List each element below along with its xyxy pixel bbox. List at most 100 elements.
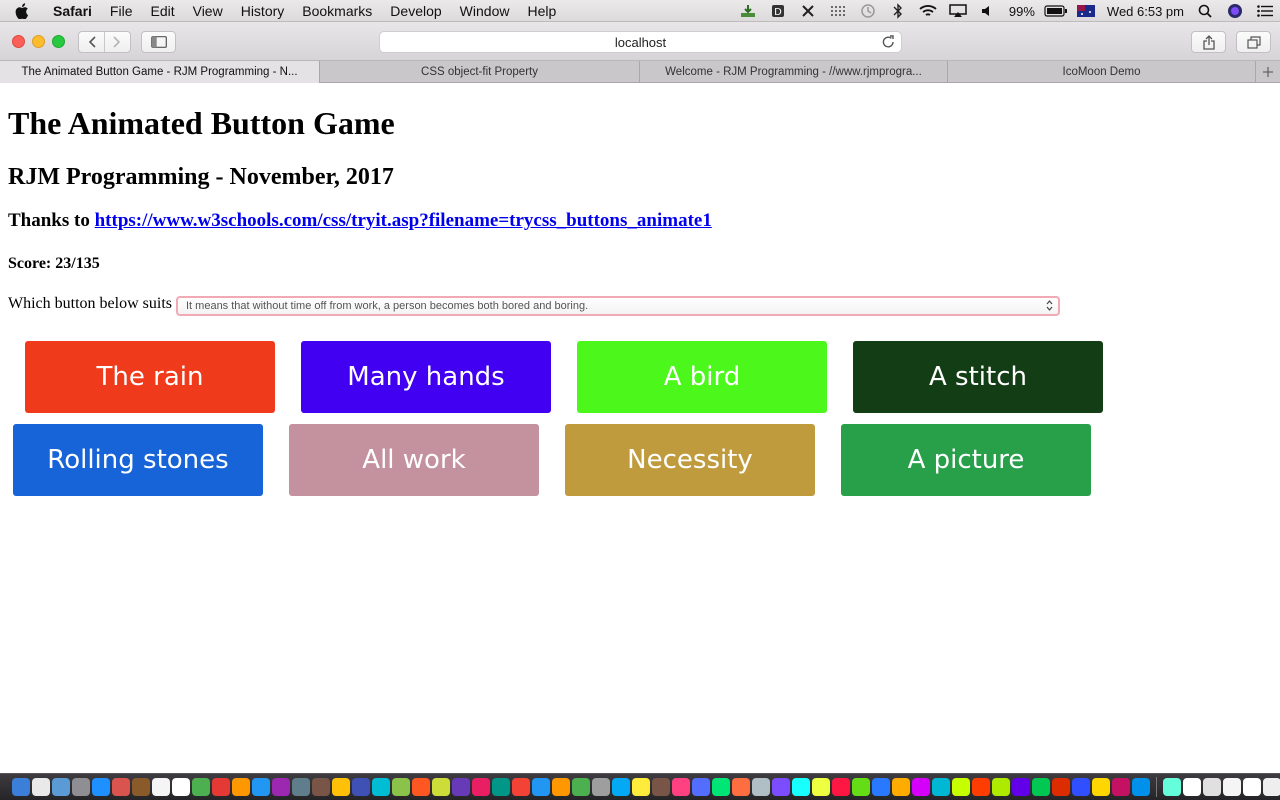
dock-app-icon[interactable]: [272, 778, 290, 796]
dock-app-icon[interactable]: [52, 778, 70, 796]
dock-app-icon[interactable]: [992, 778, 1010, 796]
dock-app-icon[interactable]: [552, 778, 570, 796]
window-zoom-button[interactable]: [52, 35, 65, 48]
dock-app-icon[interactable]: [652, 778, 670, 796]
dock-app-icon[interactable]: [692, 778, 710, 796]
answer-button-a-bird[interactable]: A bird: [577, 341, 827, 413]
dock-app-icon[interactable]: [332, 778, 350, 796]
address-bar[interactable]: localhost: [379, 31, 902, 53]
siri-icon[interactable]: [1220, 0, 1250, 22]
dock-app-icon[interactable]: [1263, 778, 1280, 796]
dock-app-icon[interactable]: [952, 778, 970, 796]
dock-app-icon[interactable]: [232, 778, 250, 796]
battery-icon[interactable]: [1041, 0, 1071, 22]
dock-app-icon[interactable]: [572, 778, 590, 796]
dock-app-icon[interactable]: [972, 778, 990, 796]
dock-app-icon[interactable]: [672, 778, 690, 796]
flag-icon[interactable]: [1071, 0, 1101, 22]
dock-app-icon[interactable]: [1203, 778, 1221, 796]
answer-button-the-rain[interactable]: The rain: [25, 341, 275, 413]
dock-app-icon[interactable]: [212, 778, 230, 796]
dock-app-icon[interactable]: [1183, 778, 1201, 796]
new-tab-button[interactable]: [1256, 61, 1280, 82]
dock-app-icon[interactable]: [1163, 778, 1181, 796]
dock-app-icon[interactable]: [932, 778, 950, 796]
dock-app-icon[interactable]: [872, 778, 890, 796]
dock-app-icon[interactable]: [152, 778, 170, 796]
clock[interactable]: Wed 6:53 pm: [1101, 4, 1190, 19]
dock-app-icon[interactable]: [852, 778, 870, 796]
airplay-icon[interactable]: [943, 0, 973, 22]
dock-app-icon[interactable]: [632, 778, 650, 796]
dock-app-icon[interactable]: [1243, 778, 1261, 796]
dock-app-icon[interactable]: [1132, 778, 1150, 796]
tab-icomoon-demo[interactable]: IcoMoon Demo: [948, 61, 1256, 83]
dock-app-icon[interactable]: [592, 778, 610, 796]
tab-animated-button-game[interactable]: The Animated Button Game - RJM Programmi…: [0, 61, 320, 83]
answer-button-all-work[interactable]: All work: [289, 424, 539, 496]
dock-app-icon[interactable]: [132, 778, 150, 796]
grid-dots-icon[interactable]: [823, 0, 853, 22]
menu-app-safari[interactable]: Safari: [44, 0, 101, 22]
proverb-select[interactable]: It means that without time off from work…: [176, 296, 1060, 316]
w3schools-link[interactable]: https://www.w3schools.com/css/tryit.asp?…: [95, 210, 712, 231]
dock-app-icon[interactable]: [832, 778, 850, 796]
dock-app-icon[interactable]: [1223, 778, 1241, 796]
time-machine-icon[interactable]: [853, 0, 883, 22]
tab-css-object-fit[interactable]: CSS object-fit Property: [320, 61, 640, 83]
menu-view[interactable]: View: [184, 0, 232, 22]
dock-app-icon[interactable]: [292, 778, 310, 796]
dock-app-icon[interactable]: [452, 778, 470, 796]
dock-app-icon[interactable]: [112, 778, 130, 796]
answer-button-rolling-stones[interactable]: Rolling stones: [13, 424, 263, 496]
dock-app-icon[interactable]: [892, 778, 910, 796]
dock-app-icon[interactable]: [252, 778, 270, 796]
dock-app-icon[interactable]: [372, 778, 390, 796]
dock-app-icon[interactable]: [752, 778, 770, 796]
app-d-icon[interactable]: D: [763, 0, 793, 22]
dock-app-icon[interactable]: [812, 778, 830, 796]
wifi-icon[interactable]: [913, 0, 943, 22]
share-button[interactable]: [1191, 31, 1226, 53]
menu-develop[interactable]: Develop: [381, 0, 450, 22]
dock-app-icon[interactable]: [92, 778, 110, 796]
menu-edit[interactable]: Edit: [141, 0, 183, 22]
answer-button-many-hands[interactable]: Many hands: [301, 341, 551, 413]
dock-app-icon[interactable]: [1052, 778, 1070, 796]
menu-window[interactable]: Window: [451, 0, 519, 22]
sidebar-toggle-button[interactable]: [141, 31, 176, 53]
back-button[interactable]: [79, 32, 104, 52]
dock-app-icon[interactable]: [1112, 778, 1130, 796]
menu-file[interactable]: File: [101, 0, 142, 22]
dock-app-icon[interactable]: [612, 778, 630, 796]
dock-app-icon[interactable]: [712, 778, 730, 796]
dock-app-icon[interactable]: [1032, 778, 1050, 796]
dock-app-icon[interactable]: [512, 778, 530, 796]
dock-app-icon[interactable]: [72, 778, 90, 796]
dock-app-icon[interactable]: [912, 778, 930, 796]
menu-history[interactable]: History: [232, 0, 294, 22]
dock-app-icon[interactable]: [1092, 778, 1110, 796]
notification-center-icon[interactable]: [1250, 0, 1280, 22]
spotlight-search-icon[interactable]: [1190, 0, 1220, 22]
answer-button-a-stitch[interactable]: A stitch: [853, 341, 1103, 413]
dock-app-icon[interactable]: [492, 778, 510, 796]
answer-button-necessity[interactable]: Necessity: [565, 424, 815, 496]
dock-app-icon[interactable]: [392, 778, 410, 796]
tools-icon[interactable]: [793, 0, 823, 22]
download-icon[interactable]: [733, 0, 763, 22]
dock-app-icon[interactable]: [432, 778, 450, 796]
dock-app-icon[interactable]: [12, 778, 30, 796]
dock-app-icon[interactable]: [472, 778, 490, 796]
reload-icon[interactable]: [882, 35, 895, 52]
bluetooth-icon[interactable]: [883, 0, 913, 22]
dock-app-icon[interactable]: [1012, 778, 1030, 796]
dock-app-icon[interactable]: [732, 778, 750, 796]
volume-icon[interactable]: [973, 0, 1003, 22]
dock-app-icon[interactable]: [1072, 778, 1090, 796]
dock-app-icon[interactable]: [172, 778, 190, 796]
tab-rjm-welcome[interactable]: Welcome - RJM Programming - //www.rjmpro…: [640, 61, 948, 83]
answer-button-a-picture[interactable]: A picture: [841, 424, 1091, 496]
dock-app-icon[interactable]: [312, 778, 330, 796]
apple-icon[interactable]: [0, 2, 44, 19]
